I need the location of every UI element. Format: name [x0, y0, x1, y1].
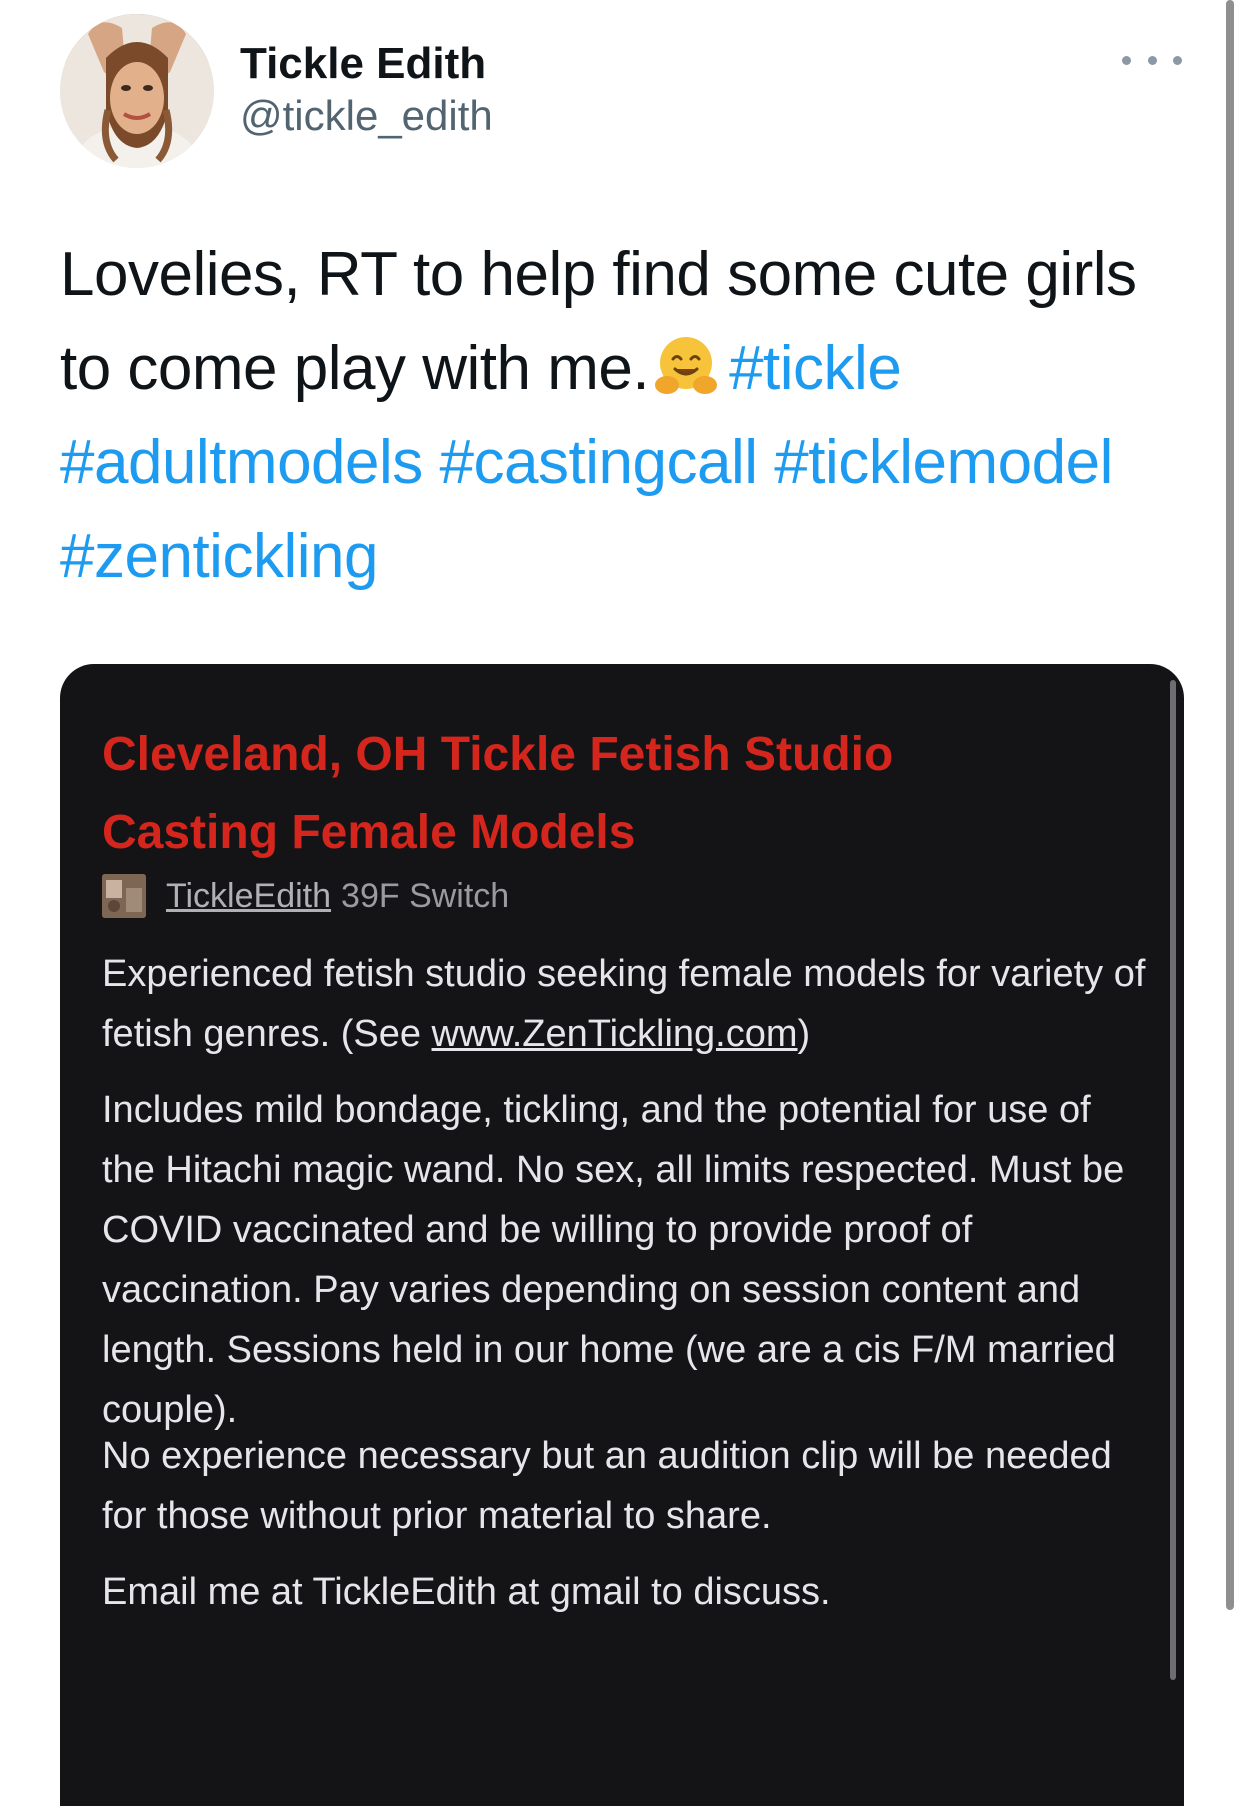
avatar-photo	[60, 14, 214, 168]
hashtag-link[interactable]: #castingcall	[440, 428, 758, 497]
post-title: Cleveland, OH Tickle Fetish Studio Casti…	[102, 716, 1142, 872]
post-paragraph-4: Email me at TickleEdith at gmail to disc…	[102, 1571, 831, 1613]
username-link[interactable]: TickleEdith	[166, 877, 331, 916]
hashtag-link[interactable]: #adultmodels	[60, 428, 423, 497]
avatar[interactable]	[60, 14, 214, 168]
user-info: 39F Switch	[341, 876, 510, 915]
user-handle[interactable]: @tickle_edith	[240, 90, 493, 142]
user-thumbnail[interactable]	[102, 874, 146, 918]
tweet-body: Lovelies, RT to help find some cute girl…	[60, 240, 1137, 403]
post-title-line-2: Casting Female Models	[102, 806, 636, 859]
dot	[1173, 55, 1182, 65]
card-scrollbar	[1170, 680, 1176, 1680]
post-title-line-1: Cleveland, OH Tickle Fetish Studio	[102, 728, 894, 781]
tweet-author[interactable]: Tickle Edith @tickle_edith	[240, 38, 493, 142]
post-paragraph-1: Experienced fetish studio seeking female…	[102, 944, 1152, 1064]
dot	[1147, 55, 1157, 65]
website-link[interactable]: www.ZenTickling.com	[432, 1013, 798, 1055]
page-scrollbar[interactable]	[1226, 0, 1234, 1610]
post-paragraph-2: Includes mild bondage, tickling, and the…	[102, 1089, 1125, 1431]
post-paragraph-3: No experience necessary but an audition …	[102, 1435, 1112, 1537]
dot	[1122, 55, 1131, 65]
attached-screenshot-card[interactable]: Cleveland, OH Tickle Fetish Studio Casti…	[60, 664, 1184, 1806]
tweet: Tickle Edith @tickle_edith Lovelies, RT …	[0, 0, 1242, 1806]
more-options-icon[interactable]	[1122, 48, 1182, 72]
paragraph-1-end: )	[797, 1013, 811, 1055]
post-meta: TickleEdith 39F Switch	[102, 874, 509, 918]
hashtag-link[interactable]: #zentickling	[60, 522, 378, 591]
hashtag-link[interactable]: #ticklemodel	[774, 428, 1113, 497]
hugging-face-icon	[655, 337, 718, 394]
display-name[interactable]: Tickle Edith	[240, 38, 493, 90]
hashtag-link[interactable]: #tickle	[729, 334, 902, 403]
tweet-text: Lovelies, RT to help find some cute girl…	[60, 228, 1190, 604]
